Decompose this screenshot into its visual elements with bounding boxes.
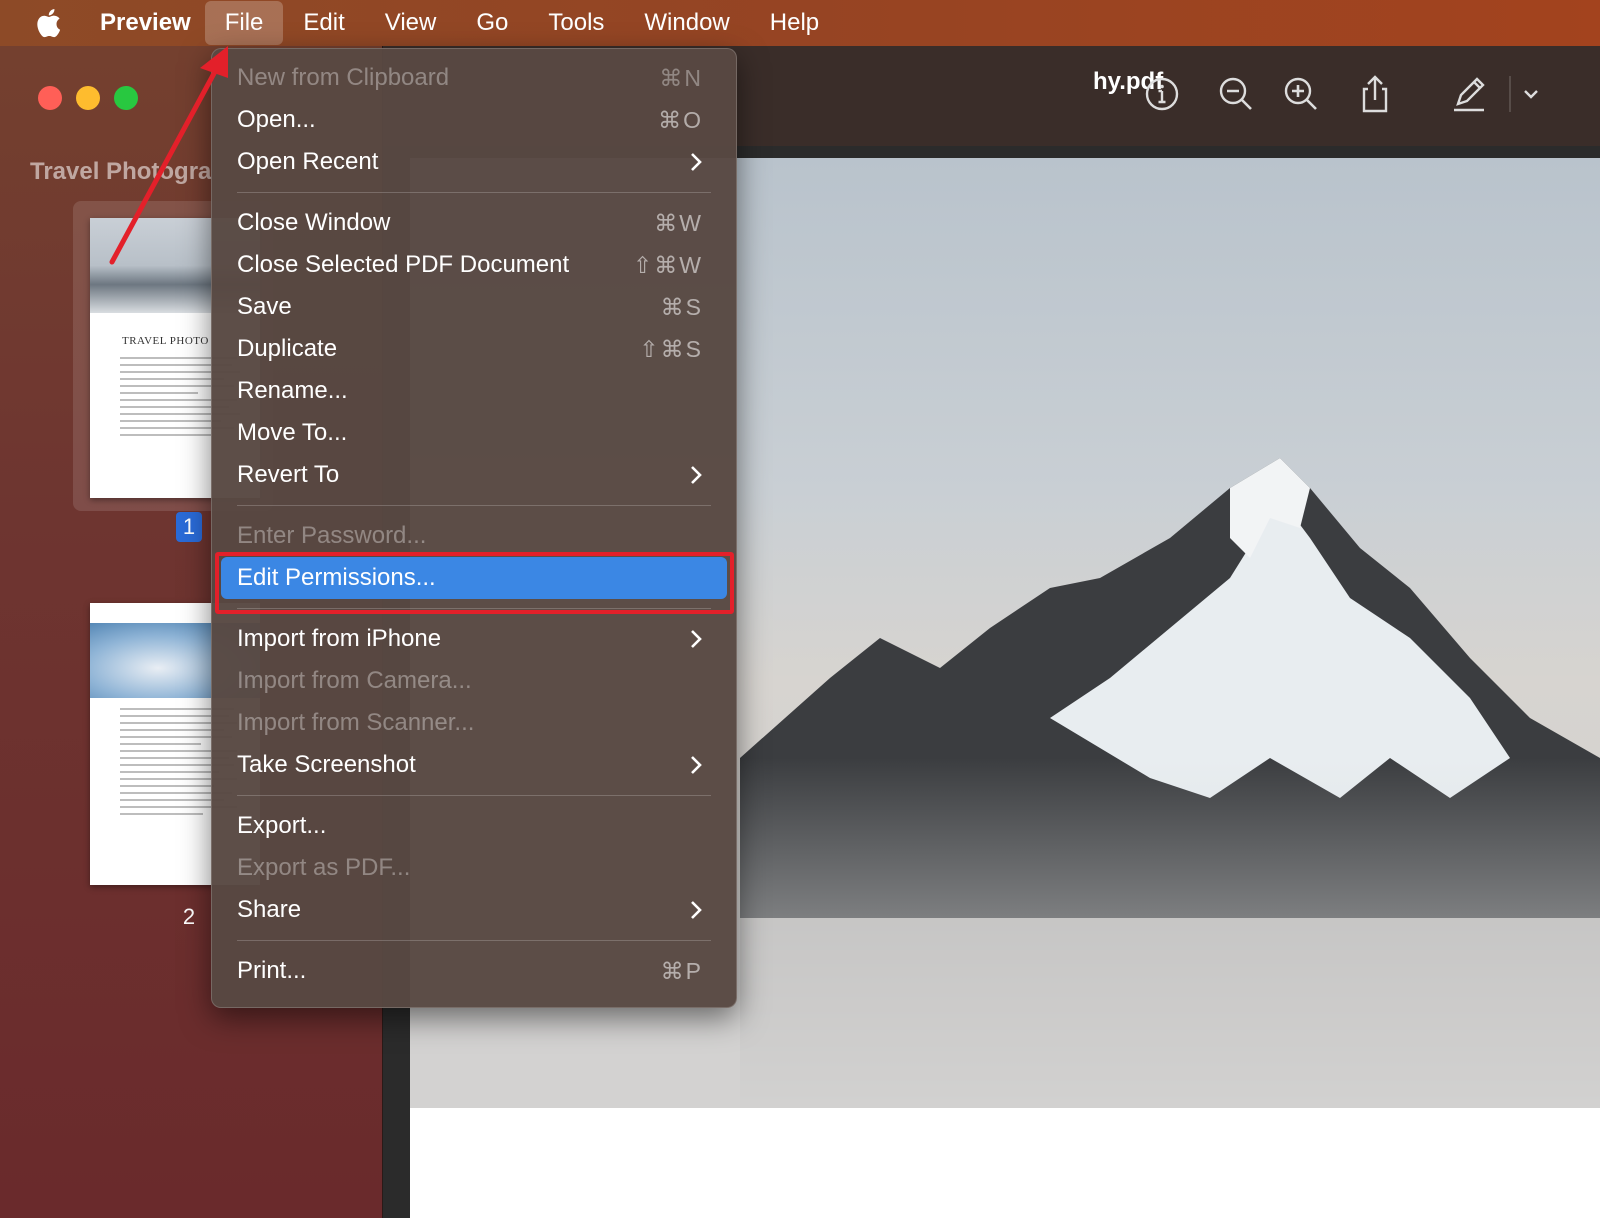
menu-item-import-from-camera[interactable]: Import from Camera...: [221, 660, 727, 702]
page-number-2: 2: [182, 904, 196, 929]
menu-go[interactable]: Go: [456, 1, 528, 45]
chevron-right-icon: [689, 754, 703, 776]
menu-item-label: Revert To: [237, 461, 340, 488]
markup-pen-icon[interactable]: [1450, 74, 1488, 114]
menu-item-label: Duplicate: [237, 335, 338, 362]
menu-item-rename[interactable]: Rename...: [221, 370, 727, 412]
menu-item-shortcut: ⇧⌘S: [639, 335, 703, 362]
menu-edit[interactable]: Edit: [283, 1, 364, 45]
menu-item-export[interactable]: Export...: [221, 805, 727, 847]
menu-separator: [237, 940, 711, 941]
menu-separator: [237, 795, 711, 796]
menu-item-label: Export as PDF...: [237, 854, 411, 881]
menu-item-export-as-pdf[interactable]: Export as PDF...: [221, 847, 727, 889]
zoom-in-icon[interactable]: [1282, 74, 1320, 114]
menu-item-label: Take Screenshot: [237, 751, 416, 778]
menu-item-shortcut: ⌘S: [660, 293, 703, 320]
menu-item-close-selected-pdf[interactable]: Close Selected PDF Document ⇧⌘W: [221, 244, 727, 286]
menu-item-close-window[interactable]: Close Window ⌘W: [221, 202, 727, 244]
chevron-right-icon: [689, 628, 703, 650]
chevron-down-icon[interactable]: [1519, 74, 1543, 114]
menu-item-label: Export...: [237, 812, 327, 839]
menu-item-label: Close Window: [237, 209, 391, 236]
file-menu-dropdown: New from Clipboard ⌘N Open... ⌘O Open Re…: [211, 48, 737, 1008]
menu-item-open[interactable]: Open... ⌘O: [221, 99, 727, 141]
menu-item-shortcut: ⇧⌘W: [633, 251, 703, 278]
menu-item-label: Rename...: [237, 377, 348, 404]
menu-separator: [237, 192, 711, 193]
menu-bar: Preview File Edit View Go Tools Window H…: [0, 0, 1600, 46]
menu-item-shortcut: ⌘W: [654, 209, 703, 236]
menu-item-revert-to[interactable]: Revert To: [221, 454, 727, 496]
share-icon[interactable]: [1356, 74, 1394, 114]
menu-item-enter-password[interactable]: Enter Password...: [221, 515, 727, 557]
menu-item-shortcut: ⌘P: [660, 957, 703, 984]
menu-item-label: Open Recent: [237, 148, 379, 175]
menu-file[interactable]: File: [204, 1, 284, 45]
app-name-menu[interactable]: Preview: [100, 9, 191, 37]
menu-item-open-recent[interactable]: Open Recent: [221, 141, 727, 183]
menu-item-label: Import from Camera...: [237, 667, 472, 694]
chevron-right-icon: [689, 151, 703, 173]
menu-separator: [237, 505, 711, 506]
menu-item-save[interactable]: Save ⌘S: [221, 286, 727, 328]
menu-item-label: Save: [237, 293, 292, 320]
chevron-right-icon: [689, 899, 703, 921]
menu-item-shortcut: ⌘N: [659, 64, 703, 91]
chevron-right-icon: [689, 464, 703, 486]
menu-window[interactable]: Window: [624, 1, 749, 45]
menu-item-label: Open...: [237, 106, 316, 133]
toolbar-divider: [1509, 76, 1511, 112]
menu-help[interactable]: Help: [750, 1, 839, 45]
page-white-area: [410, 1108, 1600, 1218]
menu-item-share[interactable]: Share: [221, 889, 727, 931]
menu-item-label: Enter Password...: [237, 522, 427, 549]
menu-item-print[interactable]: Print... ⌘P: [221, 950, 727, 992]
menu-item-edit-permissions[interactable]: Edit Permissions...: [221, 557, 727, 599]
annotation-arrow-icon: [109, 46, 228, 265]
menu-item-shortcut: ⌘O: [658, 106, 703, 133]
info-icon[interactable]: [1143, 74, 1181, 114]
menu-item-new-from-clipboard[interactable]: New from Clipboard ⌘N: [221, 57, 727, 99]
apple-logo-icon[interactable]: [34, 6, 64, 40]
menu-item-move-to[interactable]: Move To...: [221, 412, 727, 454]
menu-item-label: New from Clipboard: [237, 64, 450, 91]
menu-item-import-from-scanner[interactable]: Import from Scanner...: [221, 702, 727, 744]
menu-item-label: Share: [237, 896, 302, 923]
menu-tools[interactable]: Tools: [528, 1, 624, 45]
menu-separator: [237, 608, 711, 609]
menu-item-label: Import from Scanner...: [237, 709, 475, 736]
menu-item-label: Move To...: [237, 419, 348, 446]
menu-item-label: Print...: [237, 957, 307, 984]
menu-item-label: Import from iPhone: [237, 625, 442, 652]
minimize-window-button[interactable]: [76, 86, 100, 110]
zoom-out-icon[interactable]: [1217, 74, 1255, 114]
menu-item-duplicate[interactable]: Duplicate ⇧⌘S: [221, 328, 727, 370]
menu-item-import-from-iphone[interactable]: Import from iPhone: [221, 618, 727, 660]
menu-item-label: Edit Permissions...: [237, 564, 436, 591]
menu-item-label: Close Selected PDF Document: [237, 251, 570, 278]
page-number-1: 1: [176, 512, 202, 542]
menu-item-take-screenshot[interactable]: Take Screenshot: [221, 744, 727, 786]
menu-view[interactable]: View: [365, 1, 457, 45]
close-window-button[interactable]: [38, 86, 62, 110]
